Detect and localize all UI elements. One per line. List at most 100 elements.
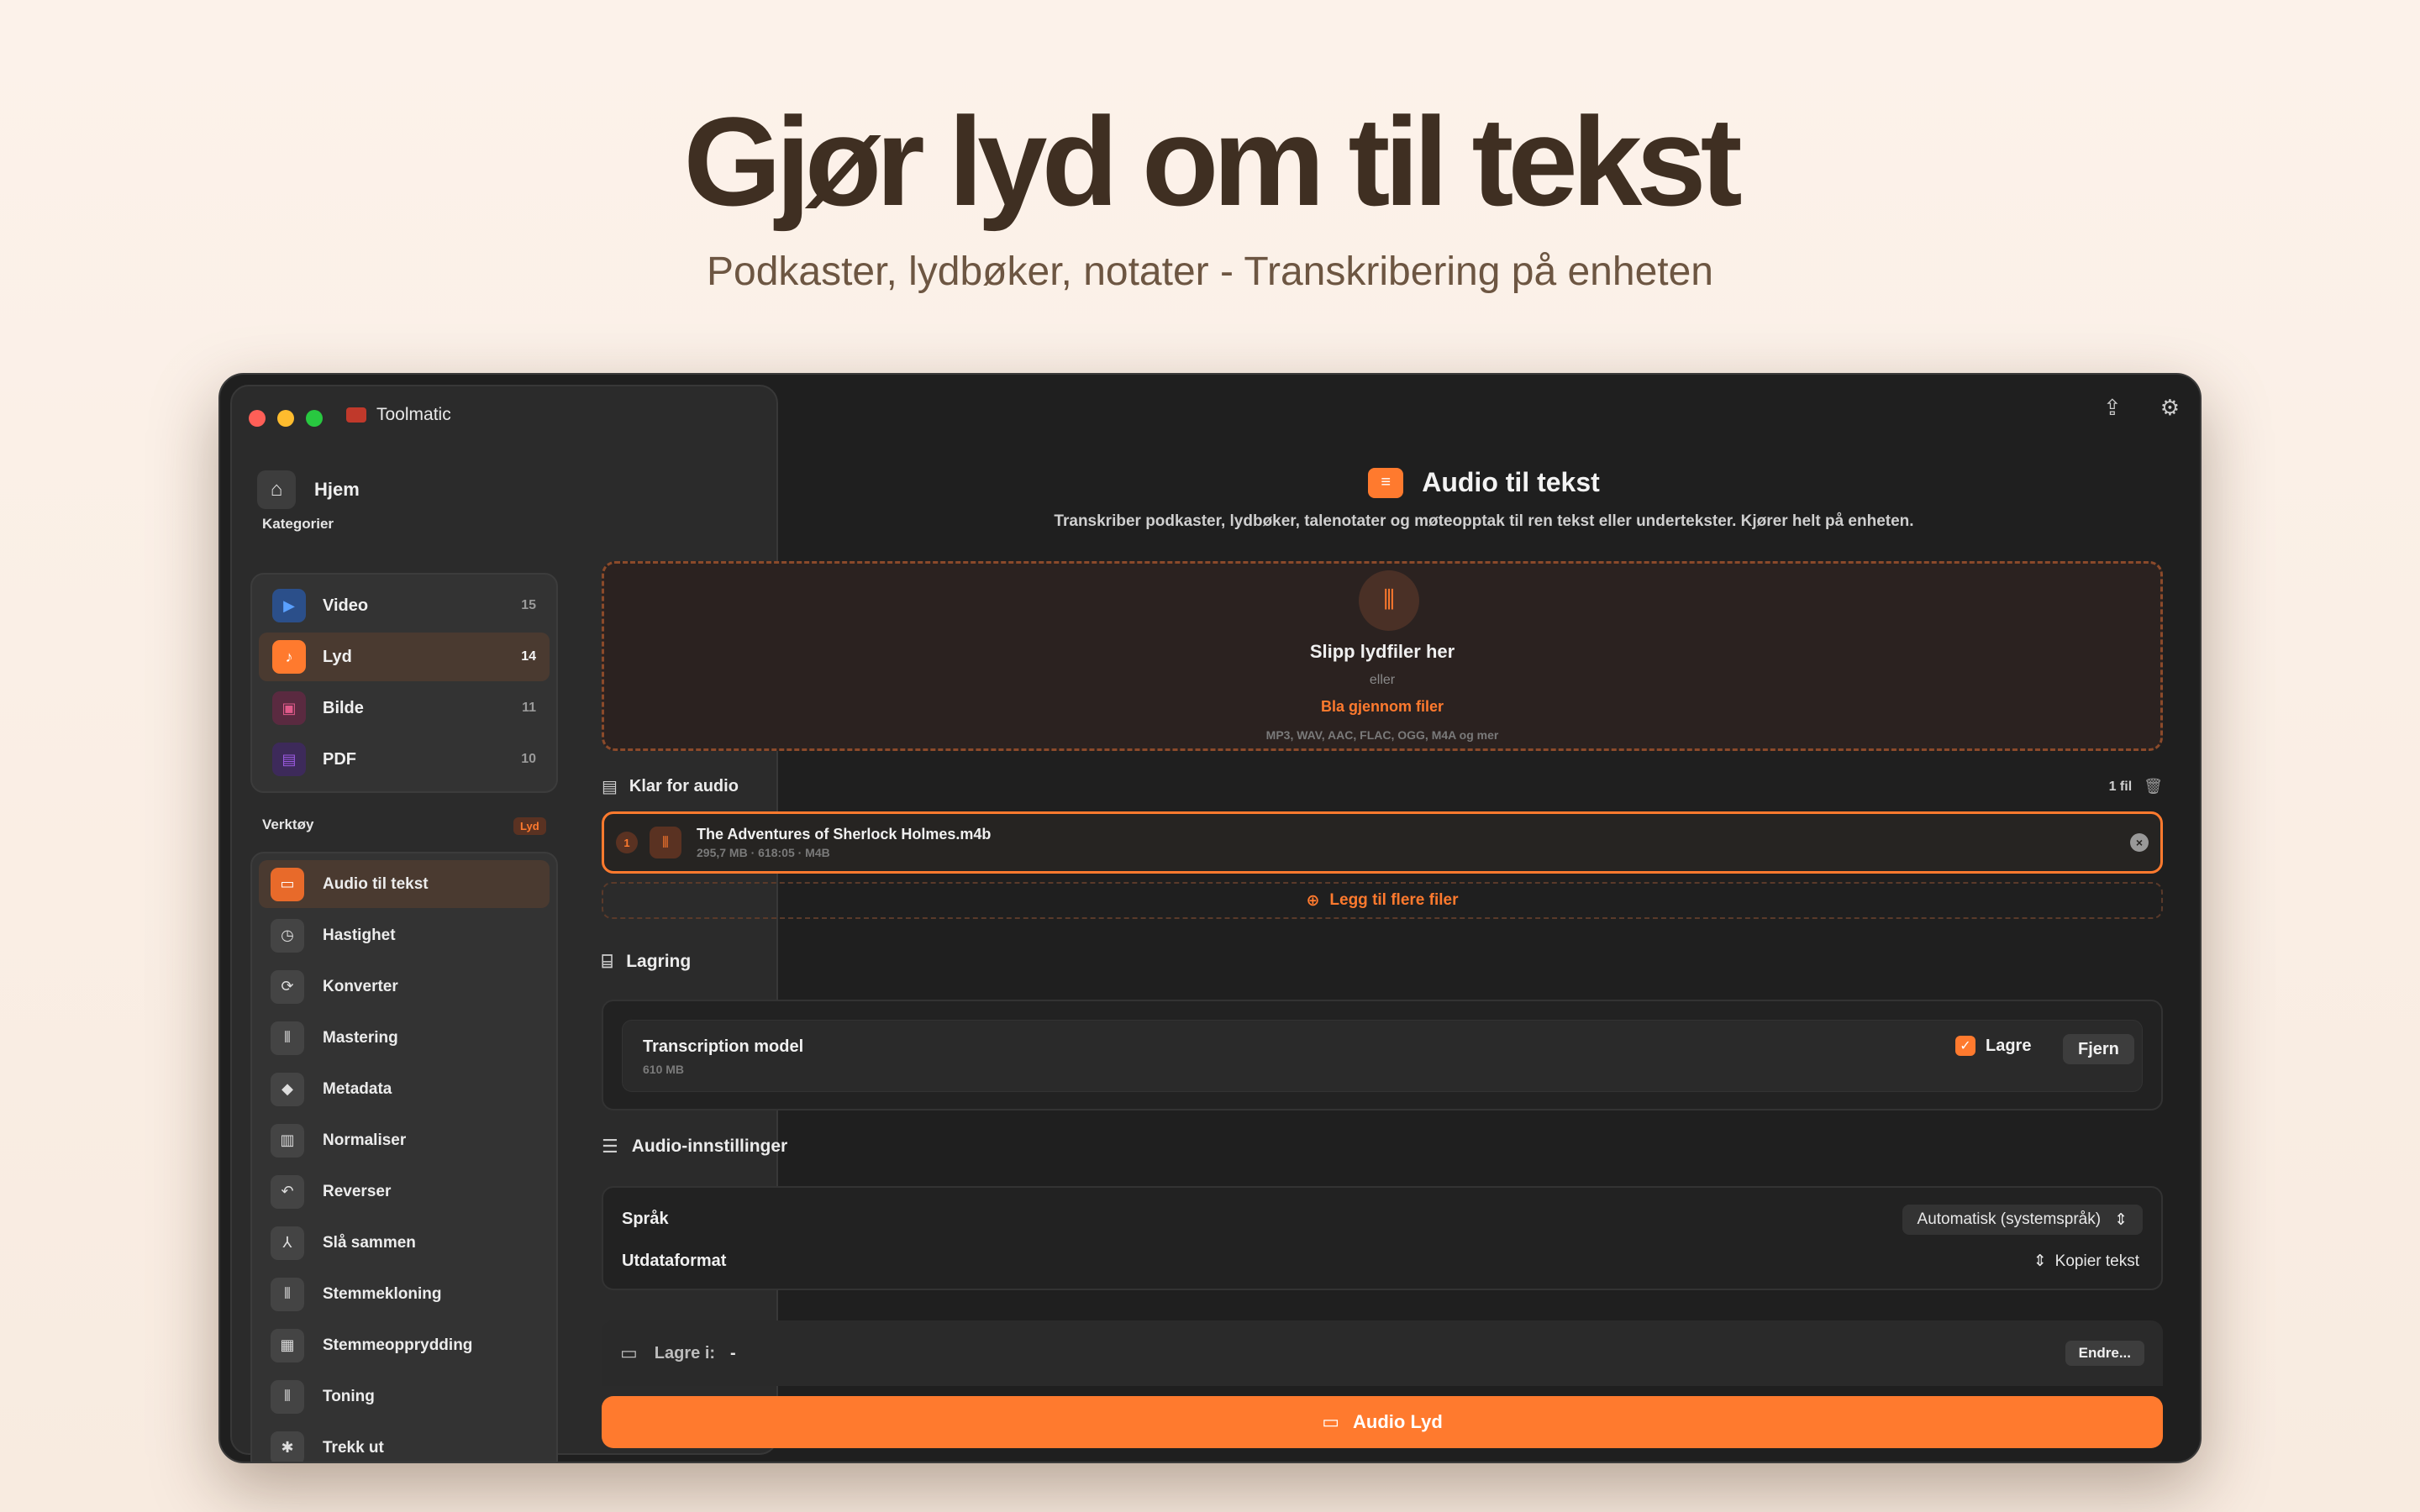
tool-item-stemmeopprydding[interactable]: ▦ Stemmeopprydding bbox=[259, 1321, 550, 1369]
image-icon: ▣ bbox=[272, 691, 306, 725]
category-count: 15 bbox=[521, 598, 536, 612]
audio-settings-label: Audio-innstillinger bbox=[631, 1137, 788, 1156]
language-select[interactable]: Automatisk (systemspråk) ⇕ bbox=[1902, 1205, 2143, 1235]
save-location-row: ▭ Lagre i: - Endre... bbox=[602, 1320, 2163, 1386]
chevron-up-down-icon: ⇕ bbox=[2114, 1210, 2128, 1229]
checkmark-icon: ✓ bbox=[1955, 1036, 1975, 1056]
sidebar-item-video[interactable]: ▶ Video 15 bbox=[259, 581, 550, 630]
share-icon[interactable]: ⇪ bbox=[2103, 395, 2122, 421]
tool-label: Hastighet bbox=[323, 926, 396, 944]
extract-icon: ✱ bbox=[271, 1431, 304, 1462]
output-format-select[interactable]: ⇕ Kopier tekst bbox=[2033, 1252, 2139, 1271]
model-row: Transcription model 610 MB ✓ Lagre Fjern bbox=[622, 1020, 2143, 1092]
audio-settings-heading: ☰ Audio-innstillinger bbox=[602, 1136, 787, 1158]
output-format-value: Kopier tekst bbox=[2054, 1252, 2139, 1270]
ready-label: Klar for audio bbox=[629, 777, 739, 795]
language-label: Språk bbox=[622, 1210, 669, 1228]
category-count: 10 bbox=[521, 752, 536, 766]
sidebar-item-bilde[interactable]: ▣ Bilde 11 bbox=[259, 684, 550, 732]
storage-panel: Transcription model 610 MB ✓ Lagre Fjern bbox=[602, 1000, 2163, 1110]
dropzone-or: eller bbox=[1369, 673, 1396, 687]
tag-icon: ◆ bbox=[271, 1072, 304, 1106]
category-label: Video bbox=[323, 596, 369, 615]
save-label: Lagre bbox=[1986, 1036, 2032, 1055]
voice-icon: ⦀ bbox=[271, 1277, 304, 1311]
trash-icon[interactable]: 🗑 bbox=[2144, 778, 2163, 795]
category-label: PDF bbox=[323, 749, 356, 769]
change-location-button[interactable]: Endre... bbox=[2065, 1341, 2144, 1366]
tool-item-trekk-ut[interactable]: ✱ Trekk ut bbox=[259, 1424, 550, 1462]
remove-model-button[interactable]: Fjern bbox=[2063, 1034, 2134, 1064]
tool-item-sla-sammen[interactable]: ⅄ Slå sammen bbox=[259, 1219, 550, 1267]
speech-bubble-icon: ▭ bbox=[271, 867, 304, 901]
save-location-label: Lagre i: bbox=[654, 1343, 716, 1362]
tool-label: Metadata bbox=[323, 1079, 392, 1098]
tools-filter-badge: Lyd bbox=[513, 817, 546, 835]
sidebar: Toolmatic ⌂ Hjem Kategorier ▶ Video 15 ♪… bbox=[230, 385, 778, 1462]
storage-heading: ⌸ Lagring bbox=[602, 951, 691, 973]
tone-icon: ⦀ bbox=[271, 1379, 304, 1414]
home-label: Hjem bbox=[314, 479, 360, 500]
zoom-window-button[interactable] bbox=[306, 410, 323, 427]
convert-icon: ⟳ bbox=[271, 969, 304, 1004]
waveform-icon: ⦀ bbox=[271, 1021, 304, 1055]
plus-circle-icon: ⊕ bbox=[1306, 891, 1320, 910]
model-name: Transcription model bbox=[643, 1037, 804, 1056]
start-transcription-button[interactable]: ▭ Audio Lyd bbox=[602, 1396, 2163, 1448]
app-name-label: Toolmatic bbox=[376, 405, 451, 424]
gear-icon[interactable]: ⚙ bbox=[2160, 395, 2180, 421]
tool-label: Mastering bbox=[323, 1028, 398, 1047]
sidebar-item-lyd[interactable]: ♪ Lyd 14 bbox=[259, 633, 550, 681]
category-count: 14 bbox=[521, 649, 536, 664]
tool-label: Audio til tekst bbox=[323, 874, 429, 893]
tool-item-normaliser[interactable]: ▥ Normaliser bbox=[259, 1116, 550, 1164]
tool-label: Stemmekloning bbox=[323, 1284, 442, 1303]
tool-item-toning[interactable]: ⦀ Toning bbox=[259, 1373, 550, 1420]
model-size: 610 MB bbox=[643, 1063, 685, 1076]
tool-item-reverser[interactable]: ↶ Reverser bbox=[259, 1168, 550, 1215]
cleanup-icon: ▦ bbox=[271, 1328, 304, 1362]
tool-label: Stemmeopprydding bbox=[323, 1336, 473, 1354]
hero-title: Gjør lyd om til tekst bbox=[683, 91, 1742, 232]
tool-item-audio-til-tekst[interactable]: ▭ Audio til tekst bbox=[259, 860, 550, 908]
page-header: ≡ Audio til tekst bbox=[786, 467, 2181, 498]
speech-bubble-icon: ≡ bbox=[1368, 467, 1404, 498]
file-dropzone[interactable]: ⦀ Slipp lydfiler her eller Bla gjennom f… bbox=[602, 561, 2163, 751]
page-title: Audio til tekst bbox=[1422, 467, 1600, 497]
page-description: Transkriber podkaster, lydbøker, talenot… bbox=[1054, 512, 1914, 530]
file-index: 1 bbox=[616, 832, 638, 853]
close-window-button[interactable] bbox=[249, 410, 266, 427]
tool-label: Slå sammen bbox=[323, 1233, 416, 1252]
tool-list: ▭ Audio til tekst ◷ Hastighet ⟳ Konverte… bbox=[250, 852, 558, 1462]
tool-item-konverter[interactable]: ⟳ Konverter bbox=[259, 963, 550, 1011]
tool-label: Trekk ut bbox=[323, 1438, 384, 1457]
category-label: Bilde bbox=[323, 698, 364, 717]
app-title: Toolmatic bbox=[346, 405, 451, 425]
tool-item-stemmekloning[interactable]: ⦀ Stemmekloning bbox=[259, 1270, 550, 1318]
file-info: The Adventures of Sherlock Holmes.m4b 29… bbox=[697, 826, 2130, 859]
play-icon: ▶ bbox=[272, 589, 306, 622]
tool-item-hastighet[interactable]: ◷ Hastighet bbox=[259, 911, 550, 959]
tool-item-mastering[interactable]: ⦀ Mastering bbox=[259, 1014, 550, 1062]
toolbox-icon bbox=[346, 407, 366, 423]
merge-icon: ⅄ bbox=[271, 1226, 304, 1260]
primary-action-label: Audio Lyd bbox=[1353, 1411, 1443, 1432]
tool-label: Normaliser bbox=[323, 1131, 407, 1149]
tool-label: Reverser bbox=[323, 1182, 392, 1200]
file-list-item[interactable]: 1 ⦀ The Adventures of Sherlock Holmes.m4… bbox=[602, 811, 2163, 874]
remove-file-icon[interactable]: × bbox=[2130, 833, 2149, 852]
undo-icon: ↶ bbox=[271, 1174, 304, 1209]
browse-files-link[interactable]: Bla gjennom filer bbox=[604, 698, 2160, 716]
add-more-files-button[interactable]: ⊕ Legg til flere filer bbox=[602, 882, 2163, 919]
save-model-checkbox[interactable]: ✓ Lagre bbox=[1955, 1036, 2031, 1056]
tool-item-metadata[interactable]: ◆ Metadata bbox=[259, 1065, 550, 1113]
sidebar-item-home[interactable]: ⌂ Hjem bbox=[257, 470, 360, 509]
minimize-window-button[interactable] bbox=[277, 410, 294, 427]
archive-icon: ▤ bbox=[602, 778, 618, 796]
sidebar-item-pdf[interactable]: ▤ PDF 10 bbox=[259, 735, 550, 784]
toolbar-icons: ⇪ ⚙ bbox=[2103, 395, 2180, 421]
save-location-value: - bbox=[730, 1343, 736, 1362]
waveform-icon: ⦀ bbox=[1359, 570, 1419, 631]
categories-heading: Kategorier bbox=[262, 516, 334, 532]
sliders-icon: ☰ bbox=[602, 1136, 618, 1157]
